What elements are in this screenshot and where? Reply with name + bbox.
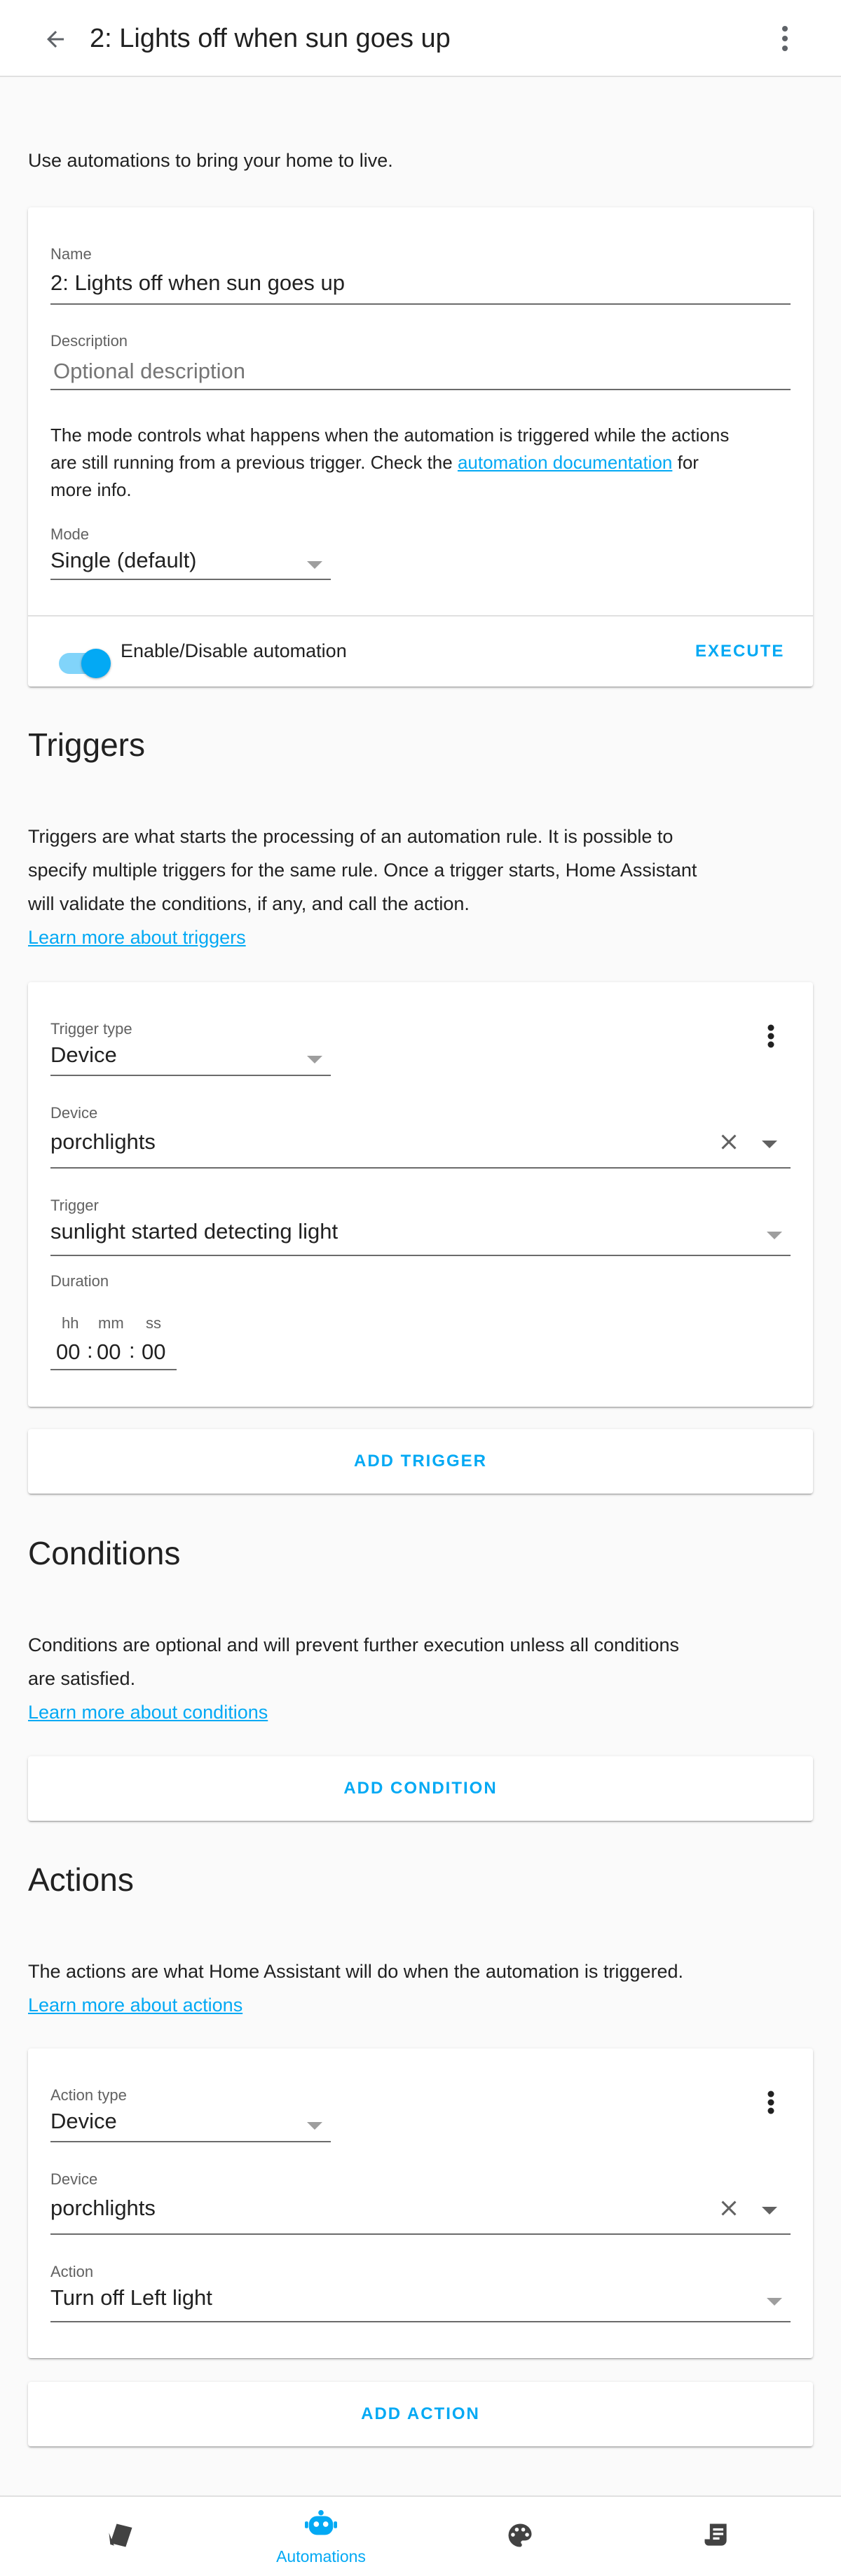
- mode-help-line-2-text: are still running from a previous trigge…: [50, 452, 458, 473]
- description-underline: [50, 389, 791, 390]
- actions-desc-line-1: The actions are what Home Assistant will…: [28, 1961, 683, 1982]
- mode-help-line-2-suffix: for: [672, 452, 699, 473]
- nav-item-script[interactable]: [667, 2497, 765, 2576]
- trigger-type-underline: [50, 1075, 331, 1076]
- trigger-type-chevron-down-icon[interactable]: [307, 1056, 322, 1063]
- trigger-menu-icon[interactable]: [757, 1019, 785, 1054]
- sheet-icon: [105, 2520, 136, 2554]
- mode-label: Mode: [50, 525, 90, 543]
- app-header: 2: Lights off when sun goes up: [0, 0, 841, 77]
- action-chevron-down-icon[interactable]: [767, 2298, 782, 2306]
- triggers-title: Triggers: [28, 726, 145, 763]
- trigger-type-label: Trigger type: [50, 1020, 132, 1038]
- add-trigger-button[interactable]: ADD TRIGGER: [28, 1429, 813, 1494]
- action-device-input[interactable]: porchlights: [50, 2196, 156, 2221]
- trigger-underline: [50, 1255, 791, 1256]
- conditions-title: Conditions: [28, 1535, 181, 1571]
- action-device-underline: [50, 2233, 791, 2235]
- duration-colon: :: [87, 1338, 93, 1363]
- script-icon: [701, 2520, 732, 2554]
- name-underline: [50, 303, 791, 305]
- automation-documentation-link[interactable]: automation documentation: [458, 452, 672, 473]
- mode-help-line-1: The mode controls what happens when the …: [50, 425, 730, 446]
- learn-more-triggers-link[interactable]: Learn more about triggers: [28, 921, 246, 954]
- name-label: Name: [50, 245, 92, 263]
- enable-toggle-label: Enable/Disable automation: [121, 640, 347, 661]
- add-condition-button[interactable]: ADD CONDITION: [28, 1756, 813, 1821]
- action-label: Action: [50, 2263, 94, 2280]
- triggers-desc-line-2: specify multiple triggers for the same r…: [28, 860, 697, 881]
- trigger-device-clear-icon[interactable]: [716, 1129, 741, 1155]
- trigger-device-label: Device: [50, 1104, 98, 1122]
- mode-underline: [50, 579, 331, 580]
- conditions-desc-line-2: are satisfied.: [28, 1668, 136, 1689]
- conditions-description: Conditions are optional and will prevent…: [28, 1628, 799, 1729]
- toggle-knob: [81, 649, 111, 678]
- action-device-chevron-down-icon[interactable]: [762, 2207, 777, 2215]
- duration-colon: :: [129, 1338, 135, 1363]
- action-type-select[interactable]: Device: [50, 2109, 117, 2134]
- action-card: Action type Device Device porchlights Ac…: [28, 2048, 813, 2358]
- description-input[interactable]: Optional description: [53, 359, 245, 384]
- automation-details-card: Name 2: Lights off when sun goes up Desc…: [28, 207, 813, 687]
- action-type-underline: [50, 2141, 331, 2142]
- trigger-select[interactable]: sunlight started detecting light: [50, 1219, 338, 1244]
- mode-help-text: The mode controls what happens when the …: [50, 422, 793, 504]
- action-select[interactable]: Turn off Left light: [50, 2285, 212, 2310]
- nav-item-palette[interactable]: [471, 2497, 569, 2576]
- name-input[interactable]: 2: Lights off when sun goes up: [50, 270, 345, 296]
- trigger-device-chevron-down-icon[interactable]: [762, 1141, 777, 1148]
- nav-item-sheet[interactable]: [71, 2497, 170, 2576]
- execute-button[interactable]: EXECUTE: [695, 642, 784, 661]
- intro-text: Use automations to bring your home to li…: [28, 150, 393, 171]
- nav-label-automations: Automations: [276, 2547, 366, 2565]
- triggers-description: Triggers are what starts the processing …: [28, 820, 799, 954]
- mode-help-line-2: are still running from a previous trigge…: [50, 449, 793, 476]
- action-device-label: Device: [50, 2170, 98, 2188]
- mode-select[interactable]: Single (default): [50, 548, 197, 573]
- conditions-desc-line-1: Conditions are optional and will prevent…: [28, 1634, 680, 1655]
- nav-item-automations[interactable]: Automations: [272, 2497, 370, 2576]
- add-action-button[interactable]: ADD ACTION: [28, 2382, 813, 2446]
- trigger-card: Trigger type Device Device porchlights T…: [28, 982, 813, 1407]
- duration-hours-input[interactable]: 00: [56, 1339, 80, 1365]
- action-type-chevron-down-icon[interactable]: [307, 2122, 322, 2130]
- action-menu-icon[interactable]: [757, 2085, 785, 2120]
- mode-chevron-down-icon[interactable]: [307, 561, 322, 569]
- learn-more-conditions-link[interactable]: Learn more about conditions: [28, 1695, 268, 1729]
- actions-title: Actions: [28, 1861, 134, 1898]
- bottom-navigation: Automations: [0, 2495, 841, 2576]
- duration-minutes-label: mm: [98, 1314, 124, 1332]
- duration-label: Duration: [50, 1272, 109, 1290]
- trigger-type-select[interactable]: Device: [50, 1042, 117, 1068]
- action-underline: [50, 2321, 791, 2322]
- trigger-chevron-down-icon[interactable]: [767, 1232, 782, 1239]
- duration-seconds-input[interactable]: 00: [142, 1339, 165, 1365]
- action-type-label: Action type: [50, 2086, 127, 2104]
- triggers-desc-line-3: will validate the conditions, if any, an…: [28, 893, 470, 914]
- duration-hours-label: hh: [62, 1314, 79, 1332]
- robot-icon: [305, 2509, 337, 2543]
- duration-minutes-input[interactable]: 00: [97, 1339, 121, 1365]
- triggers-desc-line-1: Triggers are what starts the processing …: [28, 826, 674, 847]
- trigger-device-input[interactable]: porchlights: [50, 1129, 156, 1155]
- trigger-label: Trigger: [50, 1197, 99, 1214]
- palette-icon: [505, 2520, 535, 2554]
- learn-more-actions-link[interactable]: Learn more about actions: [28, 1988, 242, 2022]
- actions-description: The actions are what Home Assistant will…: [28, 1955, 799, 2022]
- overflow-menu-icon[interactable]: [771, 21, 799, 56]
- page-title: 2: Lights off when sun goes up: [90, 24, 451, 53]
- mode-help-line-3: more info.: [50, 479, 132, 500]
- back-arrow-icon[interactable]: [39, 23, 71, 55]
- description-label: Description: [50, 332, 128, 350]
- action-device-clear-icon[interactable]: [716, 2196, 741, 2221]
- duration-seconds-label: ss: [146, 1314, 161, 1332]
- duration-underline: [50, 1369, 177, 1370]
- trigger-device-underline: [50, 1167, 791, 1169]
